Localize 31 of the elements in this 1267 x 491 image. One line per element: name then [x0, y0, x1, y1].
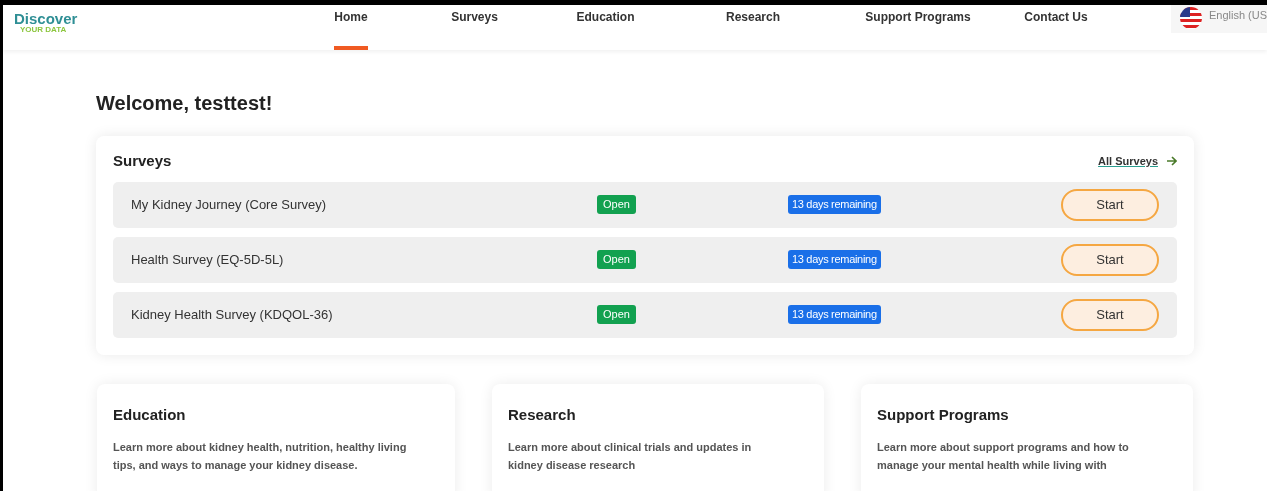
start-button[interactable]: Start [1061, 298, 1159, 331]
nav-tab[interactable]: Education [576, 5, 635, 50]
all-surveys-link[interactable]: All Surveys [1098, 153, 1177, 170]
welcome-heading: Welcome, testtest! [96, 91, 274, 116]
survey-name: Health Survey (EQ-5D-5L) [131, 250, 285, 269]
status-badge: Open [597, 250, 636, 269]
nav-tab[interactable]: Research [725, 5, 780, 50]
card-title: Education [113, 404, 187, 425]
card-title: Research [508, 404, 577, 425]
logo[interactable]: Discover YOUR DATA [3, 5, 291, 34]
card-description: Learn more about kidney health, nutrition, healthy living tips, and ways to manage your kidney disease. [113, 440, 408, 473]
remaining-badge: 13 days remaining [787, 195, 881, 214]
nav-tab[interactable]: Surveys [451, 5, 498, 50]
card-title: Surveys [113, 151, 172, 171]
remaining-badge: 13 days remaining [787, 305, 881, 324]
nav-tab[interactable]: Contact Us [1024, 5, 1088, 50]
start-button[interactable]: Start [1061, 188, 1159, 221]
survey-name: My Kidney Journey (Core Survey) [131, 195, 328, 214]
arrow-icon [1166, 156, 1177, 167]
card-title: Support Programs [877, 404, 1010, 425]
status-badge: Open [597, 195, 636, 214]
status-badge: Open [597, 305, 636, 324]
flag-icon [1178, 7, 1203, 29]
nav-tab[interactable]: Support Programs [865, 5, 971, 50]
card-description: Learn more about clinical trials and updates in kidney disease research [508, 440, 753, 473]
start-button[interactable]: Start [1061, 243, 1159, 276]
remaining-badge: 13 days remaining [787, 250, 881, 269]
survey-name: Kidney Health Survey (KDQOL-36) [131, 305, 334, 324]
card-description: Learn more about support programs and how to manage your mental health while living with [877, 440, 1130, 473]
language-selector[interactable]: English (US [1170, 5, 1267, 33]
nav-tab[interactable]: Home [334, 5, 368, 50]
